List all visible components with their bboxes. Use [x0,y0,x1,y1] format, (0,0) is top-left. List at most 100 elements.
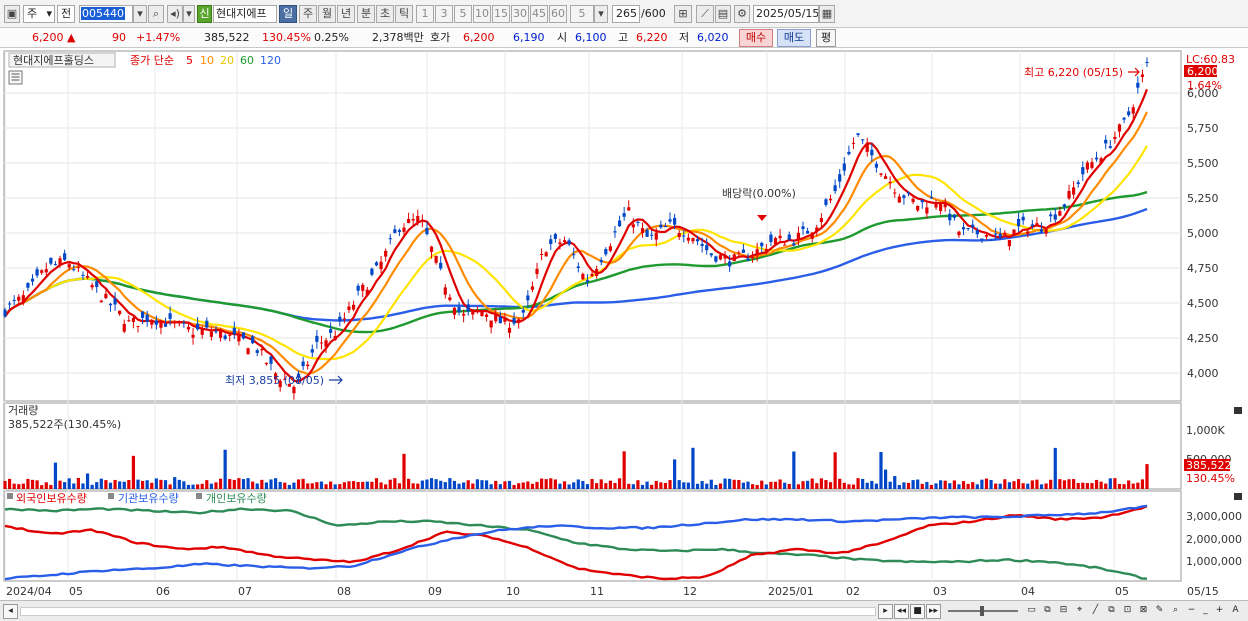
preset-5[interactable]: 5 [454,5,472,23]
preset-3[interactable]: 3 [435,5,453,23]
date-input[interactable]: 2025/05/15 [753,5,819,23]
layout-grid-icon[interactable]: ⊟ [1056,604,1071,619]
sell-button[interactable]: 매도 [777,29,811,47]
rewind-icon[interactable]: ◂◂ [894,604,909,619]
period-select[interactable]: 주 ▾ [23,5,55,23]
last-price-label: 6,200 [1187,65,1219,78]
avg-button[interactable]: 평 [816,29,836,47]
x-tick-label: 12 [683,585,697,598]
volume-bar [815,483,819,489]
fast-forward-icon[interactable]: ▸▸ [926,604,941,619]
crosshair-icon[interactable]: ⌖ [1072,604,1087,619]
zoom-icon[interactable]: ⌕ [1168,604,1183,619]
volume-bar [393,478,397,489]
minus-icon[interactable]: − [1184,604,1199,619]
volume-bar [44,482,48,489]
play-forward-icon[interactable]: ▸ [878,604,893,619]
volume-bar [971,482,975,489]
gear-icon[interactable]: ⚙ [734,5,750,23]
candle-body [741,249,746,253]
volume-bar [1090,483,1094,489]
x-tick-label: 08 [337,585,351,598]
volume-bar [728,478,732,489]
volume-bar [462,482,466,489]
search-icon[interactable]: ⌕ [148,5,164,23]
stop-icon[interactable]: ■ [910,604,925,619]
volume-bar [324,484,328,489]
tab-minute[interactable]: 분 [357,5,375,23]
volume-bar [1140,479,1145,489]
tab-monthly[interactable]: 월 [318,5,336,23]
tab-second[interactable]: 초 [376,5,394,23]
candle-body [99,300,103,303]
volume-bar [72,483,76,489]
preset-60[interactable]: 60 [549,5,567,23]
volume-bar [1044,483,1048,489]
tab-weekly[interactable]: 주 [299,5,317,23]
volume-bar [76,477,80,489]
tab-tick[interactable]: 틱 [395,5,413,23]
stock-code-input[interactable]: 005440 [79,5,133,23]
save-icon[interactable]: ▤ [715,5,731,23]
speaker-icon[interactable]: ◂) [167,5,183,23]
candle-body [769,234,773,243]
zoom-slider-handle[interactable] [980,606,984,616]
candle-body [810,232,814,239]
compare-icon[interactable]: ⊡ [1120,604,1135,619]
holdings-panel-close-icon[interactable] [1234,493,1242,500]
indicator-icon[interactable]: ⟋ [696,5,714,23]
volume-bar [439,480,443,489]
unit-dropdown-icon[interactable]: ▾ [594,5,608,23]
volume-bar [1085,483,1089,489]
candle-body [939,203,943,212]
scroll-left-icon[interactable]: ◂ [3,604,18,619]
volume-bar [154,478,158,489]
volume-bar [3,480,7,489]
candle-body [691,238,695,242]
layout-icon[interactable]: ▣ [4,5,20,23]
calendar-icon[interactable]: ▦ [819,5,835,23]
preset-15[interactable]: 15 [492,5,510,23]
low-price: 6,020 [697,31,729,44]
plus-icon[interactable]: + [1212,604,1227,619]
candle-body [608,246,612,251]
tab-daily[interactable]: 일 [279,5,297,23]
volume-bar [663,482,668,489]
overlay-icon[interactable]: ⧉ [1104,604,1119,619]
candle-body [223,335,227,339]
volume-bar [769,481,773,489]
tab-yearly[interactable]: 년 [337,5,355,23]
price-tick-label: 4,750 [1187,262,1219,275]
unit-input[interactable]: 5 [570,5,594,23]
candle-body [379,261,383,270]
preset-10[interactable]: 10 [473,5,491,23]
candle-body [507,327,512,333]
layout-single-icon[interactable]: ▭ [1024,604,1039,619]
bar-count-input[interactable]: 265 [612,5,640,23]
prev-button[interactable]: 전 [57,5,75,23]
font-size-icon[interactable]: A [1228,604,1243,619]
candle-body [196,323,200,330]
preset-30[interactable]: 30 [511,5,529,23]
volume-bar [975,484,979,489]
buy-button[interactable]: 매수 [739,29,773,47]
candle-body [659,224,663,228]
line-tool-icon[interactable]: ╱ [1088,604,1103,619]
chart-area[interactable]: 현대지에프홀딩스 종가 단순 5 10 20 60 120 6,0005,750… [0,48,1248,600]
layout-multi-icon[interactable]: ⧉ [1040,604,1055,619]
underline-icon[interactable]: _ [1198,604,1213,619]
volume-bar [507,480,512,489]
preset-45[interactable]: 45 [530,5,548,23]
analysis-icon[interactable]: ⊠ [1136,604,1151,619]
tools-icon[interactable]: ✎ [1152,604,1167,619]
horizontal-scrollbar[interactable] [20,607,876,616]
candle-body [374,262,379,266]
candle-body [425,227,429,235]
speaker-dropdown-icon[interactable]: ▾ [183,5,195,23]
volume-bar [53,462,58,489]
volume-bar [1007,482,1012,489]
volume-panel-close-icon[interactable] [1234,407,1242,414]
code-dropdown-icon[interactable]: ▾ [133,5,147,23]
preset-1[interactable]: 1 [416,5,434,23]
candle-style-icon[interactable]: ⊞ [674,5,692,23]
